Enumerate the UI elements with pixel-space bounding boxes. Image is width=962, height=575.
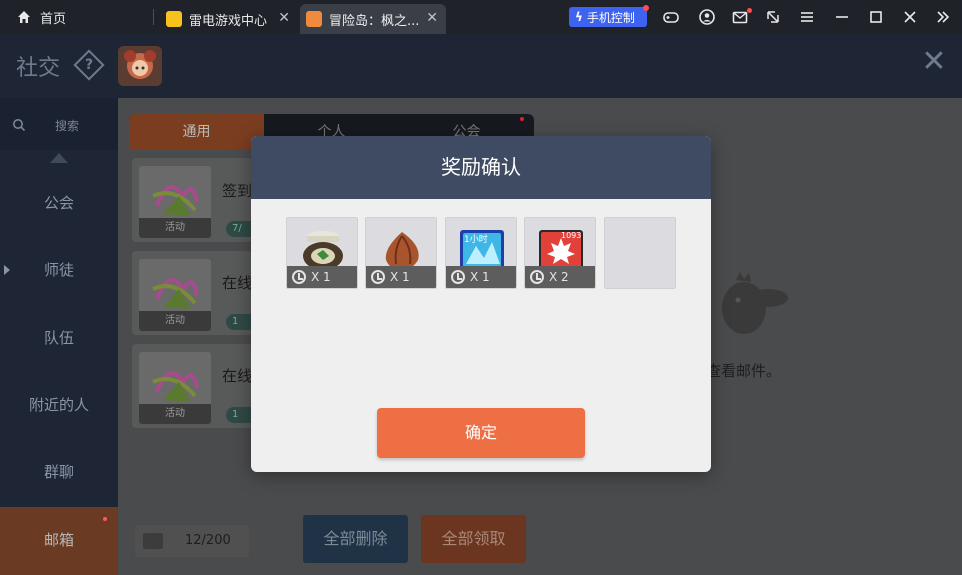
- mail-tag: 活动: [139, 311, 211, 331]
- empty-reward-slot: [604, 217, 676, 289]
- mailbox-icon: [143, 533, 163, 549]
- sidebar-item-team[interactable]: 队伍: [0, 305, 118, 371]
- notification-dot: [643, 5, 649, 11]
- expand-sidebar-icon[interactable]: [934, 8, 952, 26]
- empty-mail-hint: 查看邮件。: [706, 362, 782, 380]
- mail-title: 签到: [222, 182, 253, 200]
- clock-icon: [371, 270, 385, 284]
- mail-title: 在线: [222, 274, 253, 292]
- reward-slot[interactable]: 1093 X 2: [524, 217, 596, 289]
- sidebar-item-guild[interactable]: 公会: [0, 170, 118, 236]
- tab-maplestory[interactable]: 冒险岛：枫之... ✕: [300, 4, 446, 34]
- reward-slot[interactable]: X 1: [365, 217, 437, 289]
- sidebar-item-group-chat[interactable]: 群聊: [0, 439, 118, 505]
- gamepad-icon[interactable]: [662, 8, 680, 26]
- character-avatar-icon: [118, 46, 162, 86]
- search-icon: [12, 118, 26, 136]
- clock-icon: [292, 270, 306, 284]
- notification-dot: [747, 8, 752, 13]
- notification-dot: [103, 517, 107, 521]
- gamepad-favicon-icon: [166, 11, 182, 27]
- avatar[interactable]: [118, 46, 162, 86]
- page-title: 社交: [16, 56, 61, 81]
- penguin-mascot-icon: [722, 272, 788, 334]
- lightning-icon: ϟ: [575, 10, 583, 24]
- maplestory-favicon-icon: [306, 11, 322, 27]
- sidebar-item-nearby[interactable]: 附近的人: [0, 372, 118, 438]
- mail-count-pill: 7/: [226, 221, 252, 237]
- help-icon: ?: [84, 57, 94, 73]
- sidebar-item-mentor[interactable]: 师徒: [0, 237, 118, 303]
- tab-label: 冒险岛：枫之...: [329, 13, 420, 29]
- reward-confirm-dialog: 奖励确认 X 1 X 1 1小时 X 1 1093 X 2 确定: [251, 136, 711, 472]
- confirm-button[interactable]: 确定: [377, 408, 585, 458]
- user-icon[interactable]: [698, 8, 716, 26]
- claim-all-button[interactable]: 全部领取: [421, 515, 526, 563]
- menu-icon[interactable]: [798, 8, 816, 26]
- mail-count-pill: 1: [226, 407, 252, 423]
- close-window-icon[interactable]: [901, 8, 919, 26]
- close-panel-button[interactable]: ✕: [920, 47, 948, 77]
- reward-slot[interactable]: X 1: [286, 217, 358, 289]
- mail-count: 12/200: [185, 533, 231, 548]
- home-label: 首页: [40, 11, 67, 27]
- reward-slot[interactable]: 1小时 X 1: [445, 217, 517, 289]
- search-input[interactable]: 搜索: [55, 117, 79, 134]
- reward-badge: 1小时: [464, 233, 488, 245]
- mail-tag: 活动: [139, 218, 211, 238]
- mail-tag: 活动: [139, 404, 211, 424]
- dialog-title: 奖励确认: [251, 136, 711, 199]
- tab-common[interactable]: 通用: [129, 114, 264, 150]
- mail-title: 在线: [222, 367, 253, 385]
- clock-icon: [451, 270, 465, 284]
- tab-label: 雷电游戏中心: [189, 13, 268, 29]
- window-resize-icon[interactable]: [764, 8, 782, 26]
- tab-separator: [153, 9, 154, 25]
- phone-control-button[interactable]: ϟ 手机控制: [569, 7, 647, 27]
- notification-dot: [520, 117, 524, 121]
- reward-badge: 1093: [561, 231, 581, 240]
- title-bar: [0, 0, 962, 34]
- maximize-icon[interactable]: [867, 8, 885, 26]
- home-icon: [18, 11, 30, 23]
- tab-game-center[interactable]: 雷电游戏中心 ✕: [160, 4, 298, 34]
- close-tab-icon[interactable]: ✕: [426, 10, 438, 26]
- sidebar-item-mailbox[interactable]: 邮箱: [0, 507, 118, 575]
- clock-icon: [530, 270, 544, 284]
- delete-all-button[interactable]: 全部删除: [303, 515, 408, 563]
- home-button[interactable]: 首页: [16, 0, 66, 34]
- close-tab-icon[interactable]: ✕: [278, 10, 290, 26]
- phone-control-label: 手机控制: [586, 10, 635, 25]
- expand-arrow-icon: [4, 265, 10, 275]
- minimize-icon[interactable]: [833, 8, 851, 26]
- mail-count-pill: 1: [226, 314, 252, 330]
- scroll-up-icon[interactable]: [50, 153, 68, 163]
